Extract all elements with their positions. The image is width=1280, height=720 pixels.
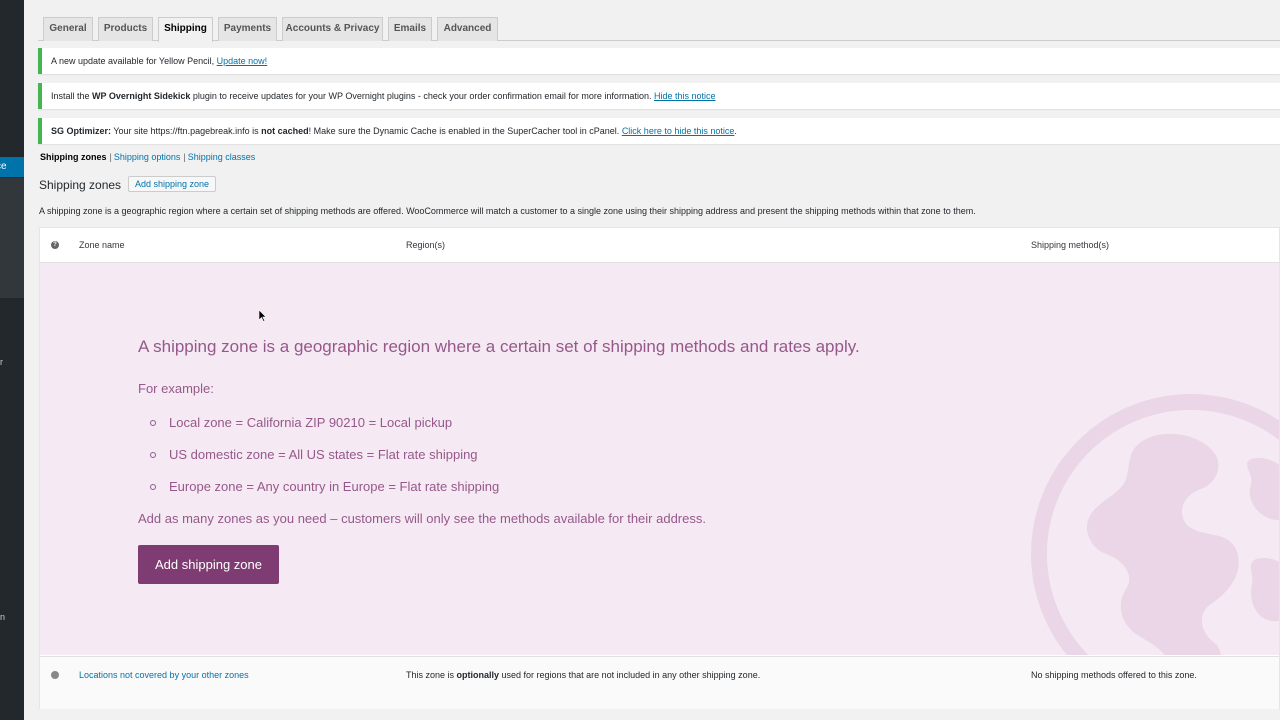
- page-title: Shipping zones: [39, 178, 122, 192]
- notice-plugin-name: SG Optimizer:: [51, 126, 112, 136]
- sidebar-item-label: ce: [0, 161, 7, 172]
- sidebar-submenu: [0, 178, 24, 298]
- add-shipping-zone-button[interactable]: Add shipping zone: [128, 176, 217, 192]
- notice-text: Your site https://ftn.pagebreak.info is: [111, 126, 262, 136]
- example-text: US domestic zone = All US states = Flat …: [169, 447, 478, 462]
- subnav-shipping-classes[interactable]: Shipping classes: [188, 152, 256, 162]
- notice-emphasis: not cached: [261, 126, 309, 136]
- regions-text: used for regions that are not included i…: [499, 670, 761, 680]
- notice-plugin-name: WP Overnight Sidekick: [92, 91, 191, 101]
- rest-of-world-methods: No shipping methods offered to this zone…: [1031, 670, 1197, 680]
- sidebar-fragment[interactable]: n: [0, 612, 5, 622]
- rest-of-world-regions: This zone is optionally used for regions…: [406, 670, 760, 680]
- notice-text: Install the: [51, 91, 93, 101]
- tab-shipping[interactable]: Shipping: [158, 17, 213, 42]
- rest-of-world-link[interactable]: Locations not covered by your other zone…: [79, 670, 249, 680]
- update-now-link[interactable]: Update now!: [217, 56, 268, 66]
- page-description: A shipping zone is a geographic region w…: [39, 206, 976, 216]
- notice-text: ! Make sure the Dynamic Cache is enabled…: [308, 126, 622, 136]
- globe-icon: [51, 671, 59, 679]
- notice-text: .: [734, 126, 737, 136]
- table-row: Locations not covered by your other zone…: [40, 656, 1279, 709]
- example-list: Local zone = California ZIP 90210 = Loca…: [150, 413, 499, 509]
- settings-tabs: General Products Shipping Payments Accou…: [38, 17, 1280, 42]
- list-item: Local zone = California ZIP 90210 = Loca…: [150, 413, 499, 445]
- shipping-subnav: Shipping zones | Shipping options | Shipping…: [40, 152, 255, 162]
- column-shipping-methods: Shipping method(s): [1031, 240, 1110, 250]
- update-notice: A new update available for Yellow Pencil…: [38, 48, 1280, 74]
- bullet-icon: [150, 452, 156, 458]
- list-item: US domestic zone = All US states = Flat …: [150, 445, 499, 477]
- example-text: Local zone = California ZIP 90210 = Loca…: [169, 415, 453, 430]
- notice-text: A new update available for Yellow Pencil…: [51, 56, 217, 66]
- regions-text: This zone is: [406, 670, 457, 680]
- bullet-icon: [150, 484, 156, 490]
- subnav-shipping-options[interactable]: Shipping options: [114, 152, 181, 162]
- globe-icon: [1031, 394, 1279, 655]
- subnav-separator: |: [109, 152, 112, 162]
- blank-state-more: Add as many zones as you need – customer…: [138, 511, 706, 526]
- help-icon[interactable]: ?: [51, 241, 59, 249]
- regions-emphasis: optionally: [456, 670, 500, 680]
- bullet-icon: [150, 420, 156, 426]
- sidebar-item-woocommerce[interactable]: ce: [0, 157, 24, 177]
- blank-state-lead: A shipping zone is a geographic region w…: [138, 337, 860, 356]
- list-item: Europe zone = Any country in Europe = Fl…: [150, 477, 499, 509]
- hide-notice-link[interactable]: Click here to hide this notice: [622, 126, 735, 136]
- tab-emails[interactable]: Emails: [388, 17, 432, 41]
- tab-advanced[interactable]: Advanced: [437, 17, 498, 41]
- example-text: Europe zone = Any country in Europe = Fl…: [169, 479, 500, 494]
- tab-payments[interactable]: Payments: [218, 17, 277, 41]
- sidebar-fragment[interactable]: r: [0, 357, 3, 367]
- tab-accounts-privacy[interactable]: Accounts & Privacy: [282, 17, 383, 41]
- sg-optimizer-notice: SG Optimizer: Your site https://ftn.page…: [38, 118, 1280, 144]
- hide-notice-link[interactable]: Hide this notice: [654, 91, 716, 101]
- sidebar-active-arrow: [24, 160, 31, 174]
- blank-state: A shipping zone is a geographic region w…: [40, 263, 1279, 655]
- subnav-separator: |: [183, 152, 186, 162]
- tab-products[interactable]: Products: [98, 17, 153, 41]
- column-regions: Region(s): [406, 240, 446, 250]
- admin-sidebar: ce r n: [0, 0, 24, 720]
- subnav-shipping-zones[interactable]: Shipping zones: [40, 152, 107, 162]
- blank-state-example-label: For example:: [138, 381, 214, 396]
- column-zone-name: Zone name: [79, 240, 125, 250]
- add-shipping-zone-cta-button[interactable]: Add shipping zone: [138, 545, 279, 584]
- sidekick-notice: Install the WP Overnight Sidekick plugin…: [38, 83, 1280, 109]
- notice-text: plugin to receive updates for your WP Ov…: [190, 91, 654, 101]
- shipping-zones-table: ? Zone name Region(s) Shipping method(s)…: [39, 227, 1280, 709]
- mouse-cursor-icon: [259, 310, 267, 322]
- table-header: ? Zone name Region(s) Shipping method(s): [40, 228, 1279, 263]
- tab-general[interactable]: General: [43, 17, 93, 41]
